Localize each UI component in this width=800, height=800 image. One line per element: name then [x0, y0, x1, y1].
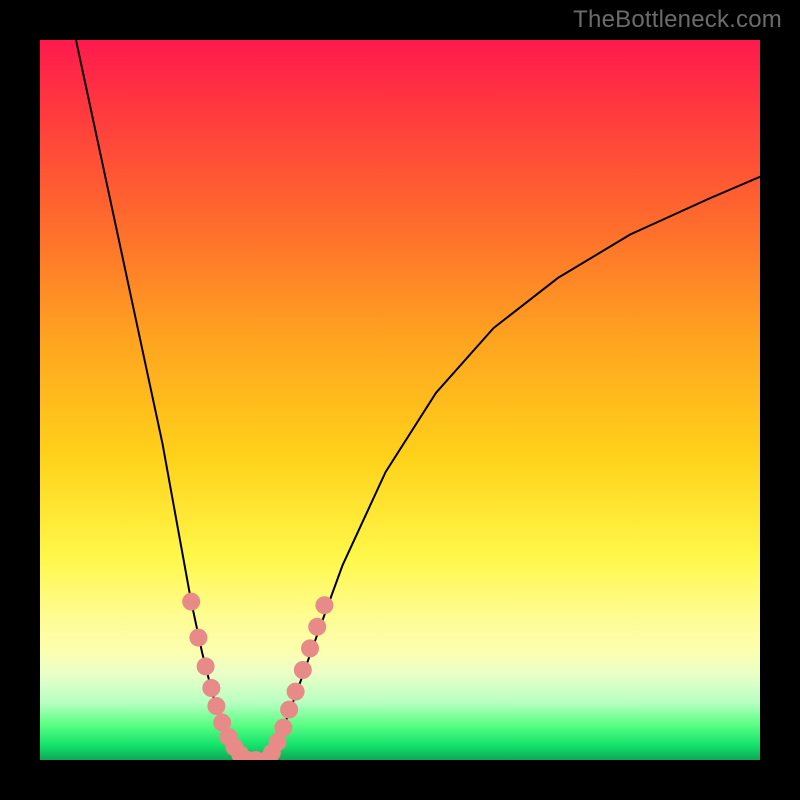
plot-svg [40, 40, 760, 760]
data-dot [308, 618, 326, 636]
data-dot [294, 661, 312, 679]
data-dot [315, 596, 333, 614]
data-dot [202, 679, 220, 697]
chart-frame: TheBottleneck.com [0, 0, 800, 800]
dots-layer [182, 593, 333, 760]
watermark-text: TheBottleneck.com [573, 6, 782, 34]
data-dot [301, 639, 319, 657]
data-dot [182, 593, 200, 611]
data-dot [274, 719, 292, 737]
data-dot [287, 683, 305, 701]
data-dot [189, 629, 207, 647]
v-curve [76, 40, 760, 760]
data-dot [197, 657, 215, 675]
curve-layer [76, 40, 760, 760]
gradient-plot-area [40, 40, 760, 760]
data-dot [207, 697, 225, 715]
data-dot [280, 701, 298, 719]
